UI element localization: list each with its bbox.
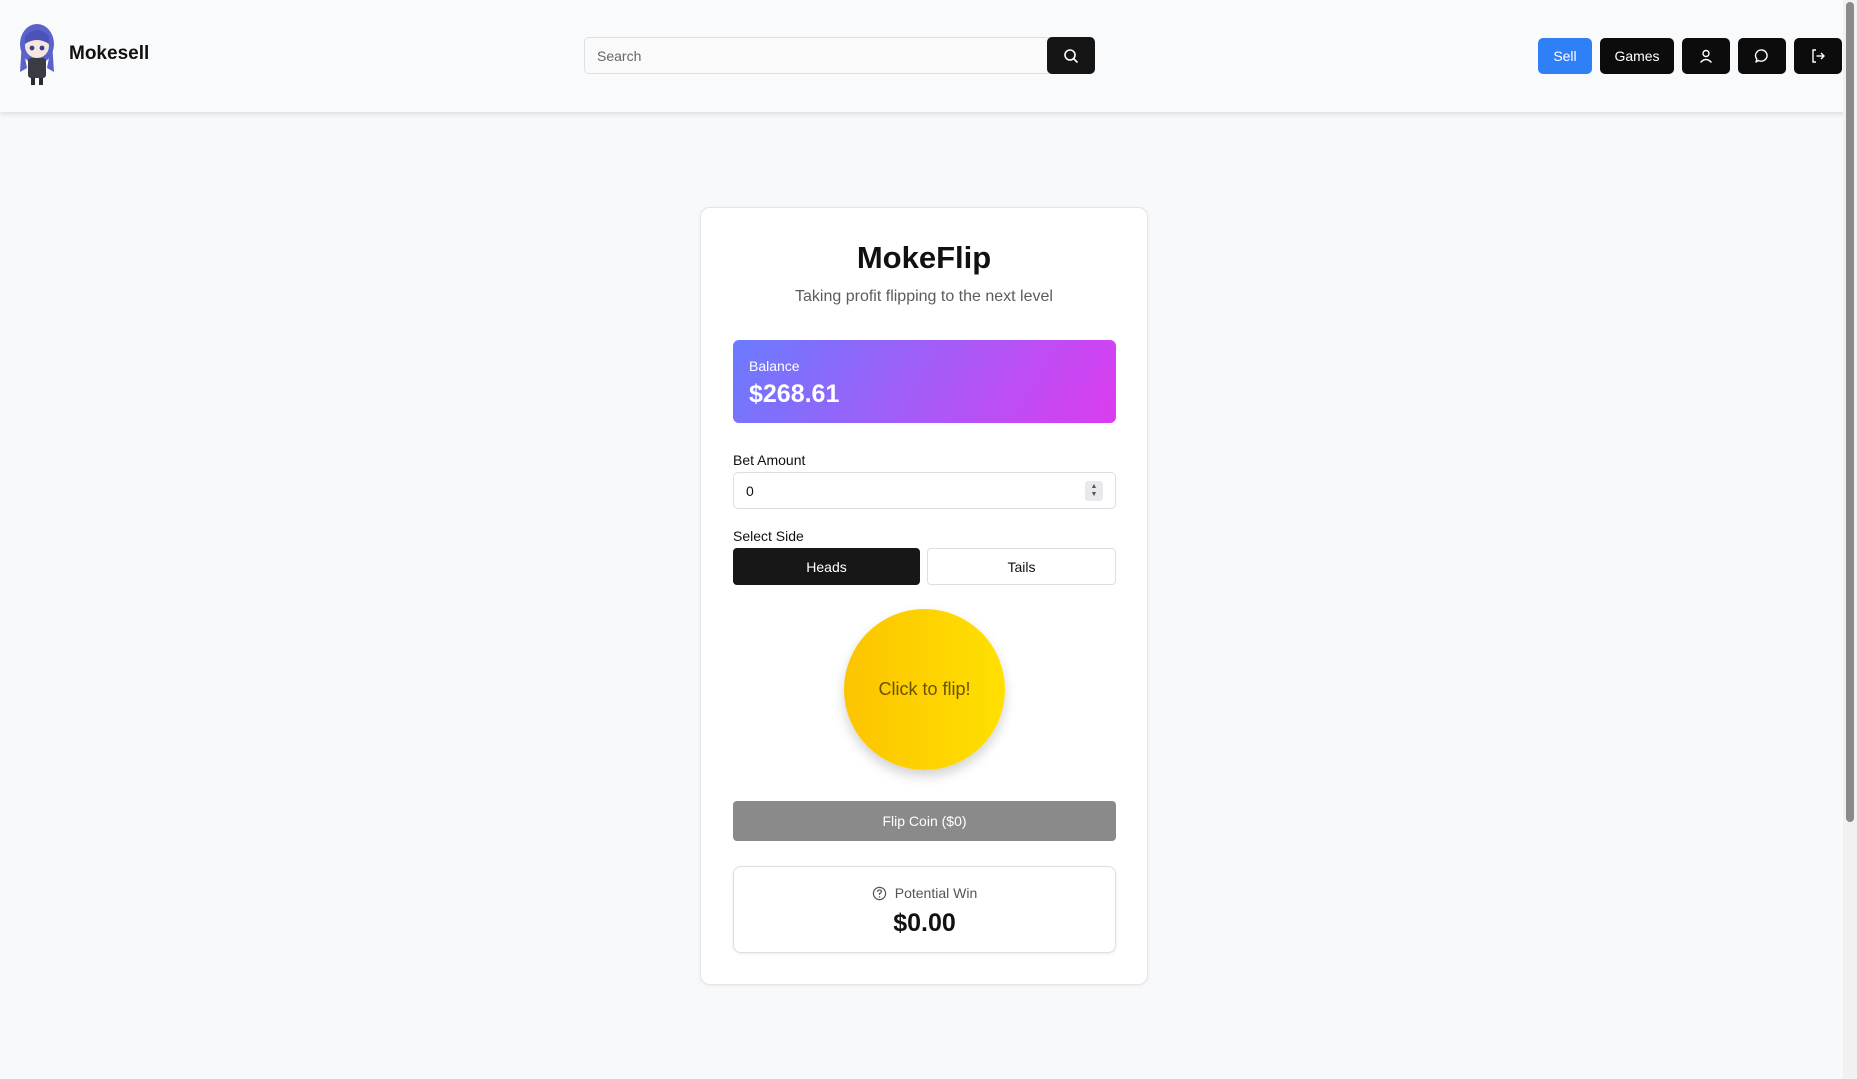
game-title: MokeFlip (856, 240, 992, 275)
help-circle-icon (872, 886, 886, 900)
coin[interactable]: Click to flip! (844, 609, 1005, 770)
flip-coin-button[interactable]: Flip Coin ($0) (733, 801, 1116, 841)
top-navbar: Mokesell Sell Games (0, 0, 1857, 112)
mascot-avatar-icon (20, 24, 54, 85)
search-icon (1064, 48, 1078, 63)
potential-win-amount: $0.00 (893, 909, 956, 937)
brand-name: Mokesell (69, 43, 150, 64)
page-scrollbar[interactable] (1843, 0, 1857, 1079)
balance-label: Balance (749, 358, 800, 374)
logout-button[interactable] (1794, 38, 1842, 74)
nav-actions: Sell Games (1538, 38, 1842, 74)
chevron-up-icon[interactable]: ▲ (1091, 483, 1098, 491)
potential-win-label: Potential Win (894, 885, 978, 901)
bet-amount-value: 0 (746, 482, 754, 499)
chevron-down-icon[interactable]: ▼ (1091, 491, 1098, 499)
balance-panel: Balance $268.61 (733, 340, 1116, 423)
search-bar (584, 37, 1095, 74)
brand[interactable]: Mokesell (17, 22, 149, 86)
user-icon (1699, 49, 1713, 63)
select-side-label: Select Side (733, 528, 804, 544)
logout-icon (1812, 49, 1825, 63)
search-input[interactable] (584, 37, 1051, 74)
bet-amount-label: Bet Amount (733, 452, 806, 468)
heads-button[interactable]: Heads (733, 548, 920, 585)
tails-button[interactable]: Tails (927, 548, 1116, 585)
scrollbar-thumb[interactable] (1846, 2, 1854, 822)
bet-amount-input[interactable]: 0 ▲ ▼ (733, 472, 1116, 509)
games-button[interactable]: Games (1600, 38, 1674, 74)
number-stepper[interactable]: ▲ ▼ (1085, 480, 1103, 501)
balance-amount: $268.61 (749, 380, 840, 408)
search-button[interactable] (1047, 37, 1095, 74)
potential-win-box: Potential Win $0.00 (733, 866, 1116, 953)
chat-icon (1754, 49, 1768, 63)
mokeflip-card: MokeFlip Taking profit flipping to the n… (700, 207, 1148, 985)
sell-button[interactable]: Sell (1538, 38, 1592, 74)
potential-win-header: Potential Win (734, 885, 1115, 901)
coin-text: Click to flip! (878, 679, 971, 699)
chat-button[interactable] (1738, 38, 1786, 74)
profile-button[interactable] (1682, 38, 1730, 74)
game-subtitle: Taking profit flipping to the next level (795, 288, 1053, 305)
